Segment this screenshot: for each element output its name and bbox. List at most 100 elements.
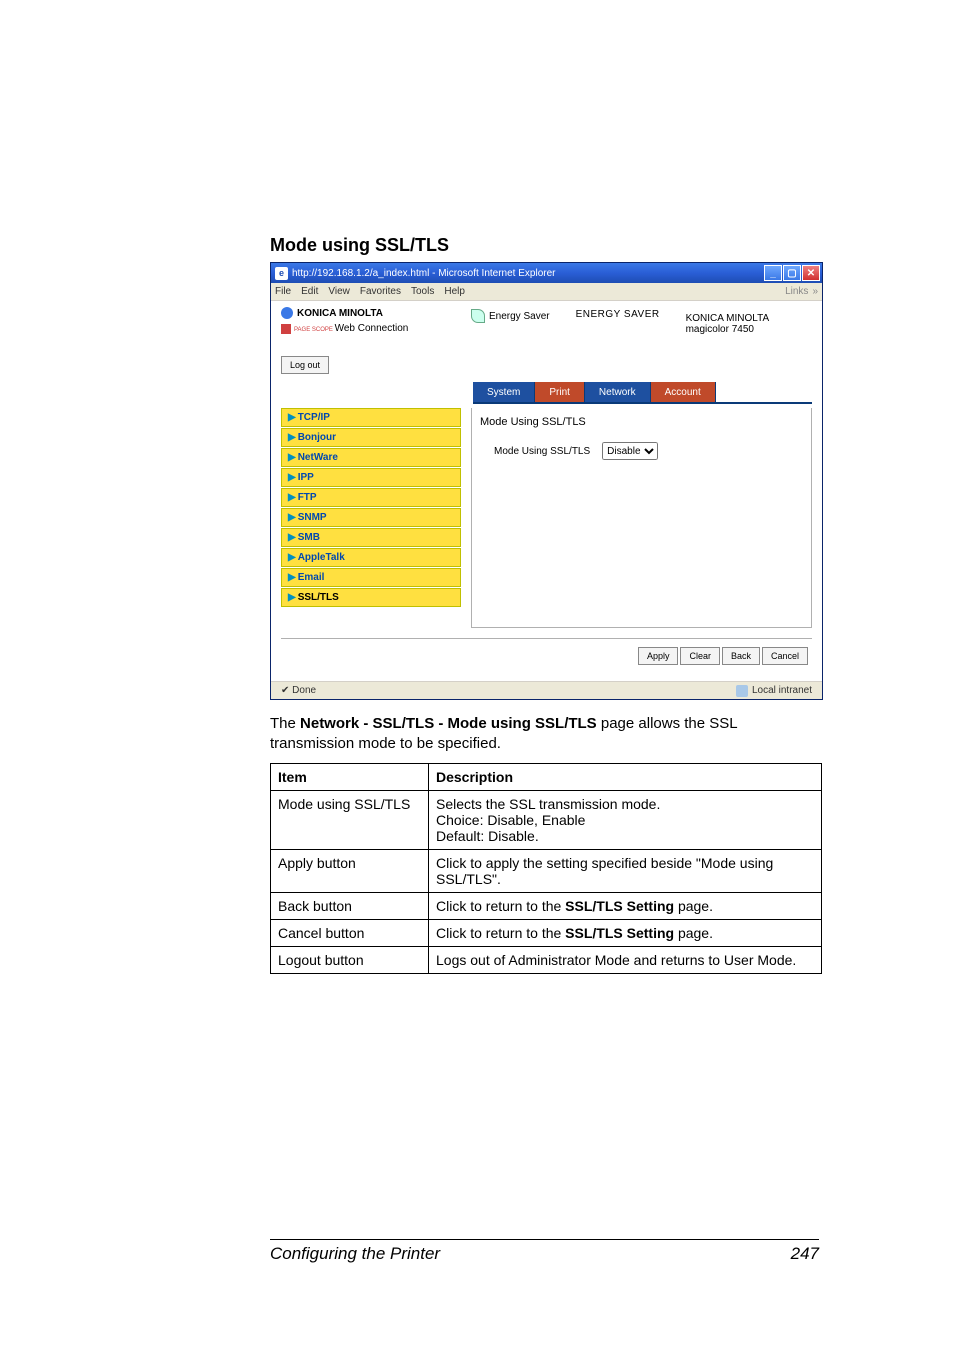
td-item: Cancel button [271,919,429,946]
footer-rule [270,1239,819,1240]
maximize-button[interactable]: ▢ [783,265,801,281]
sidebar-label: SMB [298,532,320,543]
td-item: Apply button [271,849,429,892]
sidebar-label: IPP [298,472,314,483]
model-info: KONICA MINOLTA magicolor 7450 [686,309,770,335]
sidebar-label: AppleTalk [298,552,345,563]
sidebar-item-netware[interactable]: ▶NetWare [281,448,461,467]
table-header-row: Item Description [271,763,822,790]
status-done-text: Done [292,685,316,696]
mode-select[interactable]: Disable [602,442,658,460]
table-row: Logout button Logs out of Administrator … [271,946,822,973]
td-desc-before: Click to return to the [436,898,565,914]
triangle-icon: ▶ [288,512,296,523]
sidebar-item-tcpip[interactable]: ▶TCP/IP [281,408,461,427]
menu-view[interactable]: View [328,286,350,297]
sidebar-label: FTP [298,492,317,503]
km-logo: KONICA MINOLTA [281,307,461,319]
status-bar: ✔ Done Local intranet [271,681,822,699]
footer-row: Configuring the Printer 247 [270,1244,819,1264]
logout-button[interactable]: Log out [281,356,329,374]
energy-saver-link[interactable]: Energy Saver [471,309,550,323]
page-footer: Configuring the Printer 247 [270,1239,819,1264]
triangle-icon: ▶ [288,592,296,603]
triangle-icon: ▶ [288,472,296,483]
sidebar-item-snmp[interactable]: ▶SNMP [281,508,461,527]
td-item: Logout button [271,946,429,973]
sidebar-label: Bonjour [298,432,336,443]
description-table: Item Description Mode using SSL/TLS Sele… [270,763,822,974]
menu-help[interactable]: Help [444,286,465,297]
links-label[interactable]: Links [785,286,808,297]
footer-left: Configuring the Printer [270,1244,440,1264]
km-brand-text: KONICA MINOLTA [297,308,383,319]
triangle-icon: ▶ [288,572,296,583]
panel-field-label: Mode Using SSL/TLS [494,446,590,457]
sidebar-item-ftp[interactable]: ▶FTP [281,488,461,507]
triangle-icon: ▶ [288,412,296,423]
close-button[interactable]: ✕ [802,265,820,281]
main-row: ▶TCP/IP ▶Bonjour ▶NetWare ▶IPP ▶FTP ▶SNM… [281,408,812,628]
menu-edit[interactable]: Edit [301,286,318,297]
sidebar-item-ipp[interactable]: ▶IPP [281,468,461,487]
energy-column: Energy Saver ENERGY SAVER KONICA MINOLTA… [471,307,812,374]
sidebar-label: SNMP [298,512,327,523]
th-desc: Description [429,763,822,790]
menubar: File Edit View Favorites Tools Help Link… [271,283,822,301]
sidebar-item-ssltls[interactable]: ▶SSL/TLS [281,588,461,607]
minimize-button[interactable]: _ [764,265,782,281]
table-row: Apply button Click to apply the setting … [271,849,822,892]
triangle-icon: ▶ [288,532,296,543]
menu-favorites[interactable]: Favorites [360,286,401,297]
leaf-icon [471,309,485,323]
td-desc-after: page. [674,898,713,914]
tabs: System Print Network Account [473,382,812,404]
td-desc: Click to apply the setting specified bes… [429,849,822,892]
tab-print[interactable]: Print [535,382,585,402]
sidebar-item-bonjour[interactable]: ▶Bonjour [281,428,461,447]
td-desc: Click to return to the SSL/TLS Setting p… [429,892,822,919]
para-before: The [270,715,300,732]
titlebar-left: e http://192.168.1.2/a_index.html - Micr… [275,267,555,280]
browser-window: e http://192.168.1.2/a_index.html - Micr… [270,262,823,700]
td-desc: Click to return to the SSL/TLS Setting p… [429,919,822,946]
energy-saver-text: Energy Saver [489,311,550,322]
tab-network[interactable]: Network [585,382,651,402]
page-header: KONICA MINOLTA Web Connection Log out En… [281,307,812,374]
sidebar-item-appletalk[interactable]: ▶AppleTalk [281,548,461,567]
table-row: Back button Click to return to the SSL/T… [271,892,822,919]
para-bold: Network - SSL/TLS - Mode using SSL/TLS [300,715,597,732]
done-icon: ✔ [281,685,289,696]
panel-buttons: Apply Clear Back Cancel [281,638,812,673]
pagescope-logo: Web Connection [281,323,461,334]
intranet-icon [736,685,748,697]
sidebar-item-email[interactable]: ▶Email [281,568,461,587]
td-desc-bold: SSL/TLS Setting [565,898,674,914]
panel-field-row: Mode Using SSL/TLS Disable [480,442,803,460]
panel-title: Mode Using SSL/TLS [480,416,803,428]
tab-system[interactable]: System [473,382,535,402]
settings-panel: Mode Using SSL/TLS Mode Using SSL/TLS Di… [471,408,812,628]
links-chevron-icon[interactable]: » [812,286,818,297]
window-titlebar: e http://192.168.1.2/a_index.html - Micr… [271,263,822,283]
menu-file[interactable]: File [275,286,291,297]
clear-button[interactable]: Clear [680,647,720,665]
pagescope-icon [281,324,291,334]
tab-account[interactable]: Account [651,382,716,402]
td-desc: Logs out of Administrator Mode and retur… [429,946,822,973]
menu-tools[interactable]: Tools [411,286,434,297]
back-button[interactable]: Back [722,647,760,665]
apply-button[interactable]: Apply [638,647,679,665]
th-item: Item [271,763,429,790]
menu-items: File Edit View Favorites Tools Help [275,286,465,297]
triangle-icon: ▶ [288,552,296,563]
cancel-button[interactable]: Cancel [762,647,808,665]
sidebar-label: TCP/IP [298,412,330,423]
sidebar-item-smb[interactable]: ▶SMB [281,528,461,547]
td-desc-after: page. [674,925,713,941]
triangle-icon: ▶ [288,432,296,443]
links-area: Links » [785,286,818,297]
model-line2: magicolor 7450 [686,324,770,335]
table-row: Mode using SSL/TLS Selects the SSL trans… [271,790,822,849]
window-buttons: _ ▢ ✕ [764,265,820,281]
